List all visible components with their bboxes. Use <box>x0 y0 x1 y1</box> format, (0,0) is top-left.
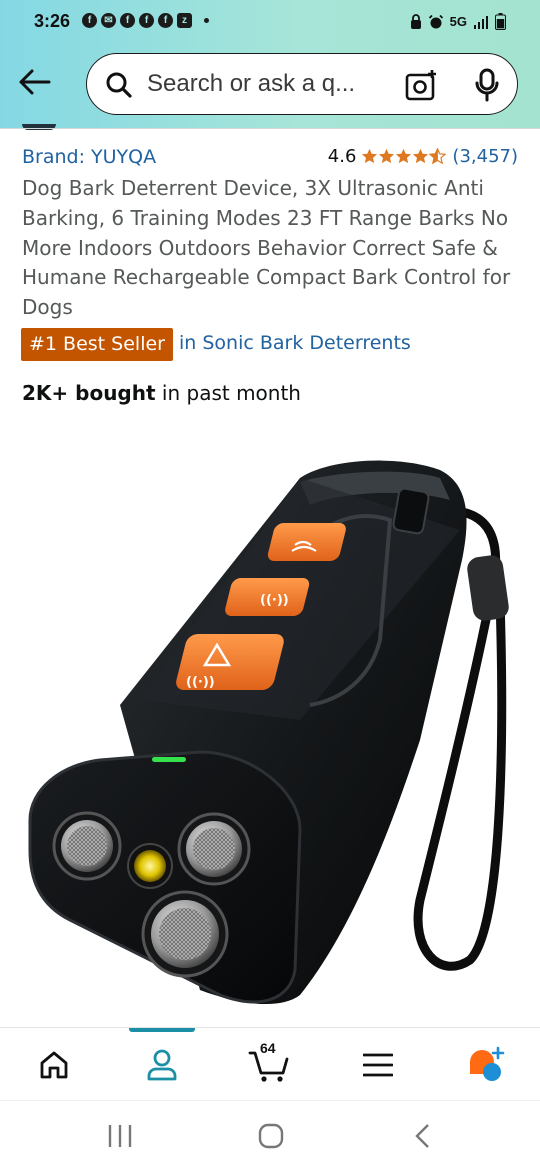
home-icon <box>40 1051 68 1079</box>
star-icon <box>362 148 378 164</box>
messenger-notification-icon: ✉ <box>101 13 116 28</box>
system-nav-bar <box>0 1100 540 1171</box>
app-header: 3:26 f ✉ f f f z 5G Search or ask a q... <box>0 0 540 128</box>
rating-stars <box>361 148 447 165</box>
product-title: Dog Bark Deterrent Device, 3X Ultrasonic… <box>22 176 511 320</box>
purchase-count-bold: 2K+ bought <box>22 381 156 405</box>
signal-icon <box>474 15 488 29</box>
nav-account[interactable] <box>137 1043 187 1087</box>
menu-icon <box>363 1053 393 1077</box>
home-button-icon[interactable] <box>258 1123 284 1149</box>
facebook-notification-icon: f <box>158 13 173 28</box>
nav-rufus[interactable] <box>460 1043 510 1087</box>
rating-summary[interactable]: 4.6 (3,457) <box>328 146 518 167</box>
brand-link[interactable]: Brand: YUYQA <box>22 146 156 168</box>
search-icon <box>106 72 132 98</box>
half-star-icon <box>429 148 447 165</box>
nav-menu[interactable] <box>353 1043 403 1087</box>
microphone-icon[interactable] <box>475 68 499 102</box>
alarm-icon <box>428 14 443 28</box>
product-image[interactable]: ((·)) ((·)) <box>0 440 540 1025</box>
svg-text:((·)): ((·)) <box>260 593 289 608</box>
search-input[interactable]: Search or ask a q... <box>147 70 355 98</box>
battery-icon <box>495 13 506 30</box>
best-seller-badge: #1 Best Seller <box>21 328 173 361</box>
status-bar: 3:26 f ✉ f f f z 5G <box>0 0 540 46</box>
lock-icon <box>410 13 421 29</box>
search-bar[interactable]: Search or ask a q... <box>86 53 518 115</box>
cart-count: 64 <box>260 1040 276 1056</box>
status-indicators: 5G <box>410 13 506 30</box>
active-tab-indicator <box>129 1028 195 1032</box>
back-arrow-icon <box>19 69 51 95</box>
star-icon <box>413 148 429 164</box>
purchase-count-suffix: in past month <box>155 381 301 405</box>
nav-cart[interactable]: 64 <box>245 1040 295 1087</box>
camera-search-icon[interactable] <box>405 69 437 101</box>
facebook-notification-icon: f <box>139 13 154 28</box>
back-nav-icon[interactable] <box>412 1123 432 1149</box>
svg-text:((·)): ((·)) <box>186 675 215 690</box>
account-icon <box>147 1049 177 1081</box>
app-notification-icon: z <box>177 13 192 28</box>
rating-value: 4.6 <box>327 146 357 167</box>
divider <box>0 128 540 137</box>
more-notifications-dot-icon <box>204 18 209 23</box>
back-button[interactable] <box>14 62 54 102</box>
rating-count-link[interactable]: (3,457) <box>452 146 518 167</box>
bottom-nav: 64 <box>0 1027 540 1100</box>
best-seller-category-link[interactable]: in Sonic Bark Deterrents <box>179 332 411 354</box>
nav-home[interactable] <box>29 1043 79 1087</box>
star-icon <box>396 148 412 164</box>
network-type: 5G <box>449 14 467 29</box>
notification-icons: f ✉ f f f z <box>82 13 209 28</box>
rufus-ai-icon <box>470 1046 505 1081</box>
facebook-notification-icon: f <box>82 13 97 28</box>
status-time: 3:26 <box>34 11 71 31</box>
purchase-count: 2K+ bought in past month <box>22 381 301 405</box>
facebook-notification-icon: f <box>120 13 135 28</box>
recent-apps-icon[interactable] <box>107 1123 133 1149</box>
star-icon <box>379 148 395 164</box>
